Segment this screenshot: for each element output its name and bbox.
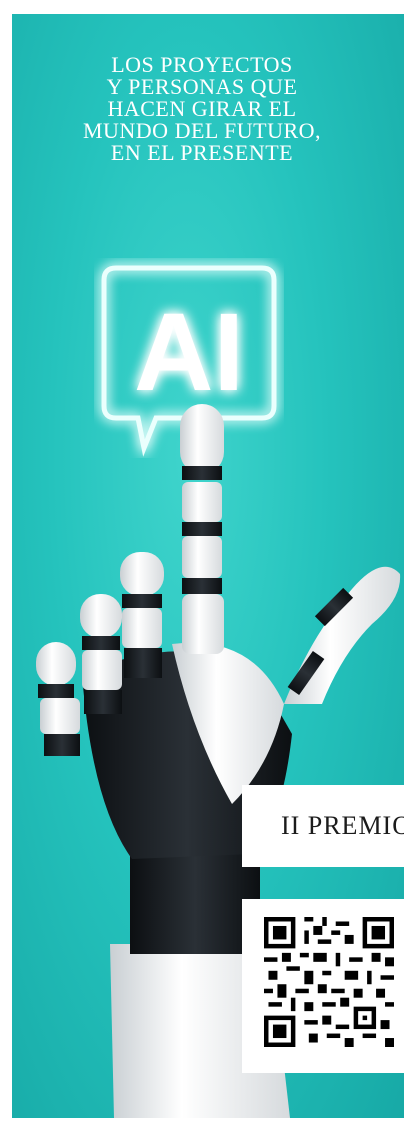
headline-line-1: LOS PROYECTOS <box>111 52 293 77</box>
poster-banner: LOS PROYECTOS Y PERSONAS QUE HACEN GIRAR… <box>12 14 404 1118</box>
headline-line-4: MUNDO DEL FUTURO, <box>82 118 322 143</box>
headline: LOS PROYECTOS Y PERSONAS QUE HACEN GIRAR… <box>12 54 392 164</box>
premio-label-box: II PREMIO <box>242 785 404 867</box>
ai-label: AI <box>134 291 244 414</box>
headline-line-3: HACEN GIRAR EL <box>107 96 297 121</box>
headline-line-2: Y PERSONAS QUE <box>106 74 298 99</box>
qr-code[interactable] <box>242 899 404 1073</box>
headline-line-5: EN EL PRESENTE <box>110 140 294 165</box>
premio-label: II PREMIO <box>280 811 404 840</box>
qr-code-icon <box>264 917 394 1047</box>
